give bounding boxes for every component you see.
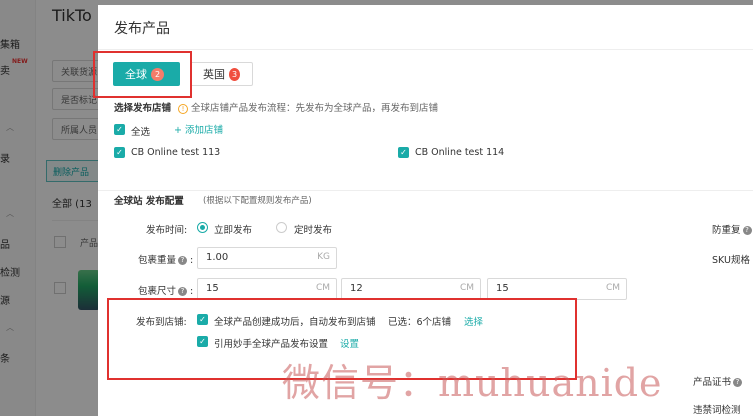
- help-icon[interactable]: ?: [742, 226, 752, 235]
- highlight-box-tabs: [93, 51, 192, 98]
- sku-spec-label: SKU规格: [712, 255, 750, 266]
- size-label: 包裹尺寸? :: [138, 286, 194, 297]
- info-icon: !: [178, 103, 188, 114]
- store-label-114: CB Online test 114: [415, 147, 505, 158]
- weight-label: 包裹重量? :: [138, 255, 194, 266]
- config-title: 全球站 发布配置: [114, 196, 184, 207]
- add-store-link[interactable]: + 添加店铺: [174, 122, 223, 136]
- publish-time-label: 发布时间:: [146, 225, 188, 236]
- modal-title: 发布产品: [114, 21, 170, 37]
- product-cert-label: 产品证书?: [693, 374, 743, 388]
- size-length-input[interactable]: 15 CM: [197, 278, 337, 300]
- count-badge: 3: [229, 67, 240, 81]
- weight-input[interactable]: 1.00 KG: [197, 247, 337, 269]
- config-subtitle: (根据以下配置规则发布产品): [203, 196, 312, 206]
- weight-unit: KG: [317, 252, 330, 262]
- store-label-113: CB Online test 113: [131, 147, 221, 158]
- radio-publish-scheduled[interactable]: [276, 222, 287, 233]
- select-store-label: 选择发布店铺: [114, 103, 172, 114]
- size-width-input[interactable]: 12 CM: [341, 278, 481, 300]
- store-checkbox-114[interactable]: ✓: [398, 147, 409, 158]
- tab-uk[interactable]: 英国 3: [190, 62, 253, 86]
- store-hint: ! 全球店铺产品发布流程：先发布为全球产品，再发布到店铺: [178, 100, 438, 114]
- publish-scheduled-label: 定时发布: [294, 225, 333, 236]
- watermark: 微信号：muhuanide: [282, 361, 663, 405]
- help-icon[interactable]: ?: [733, 378, 743, 387]
- radio-publish-now[interactable]: [197, 222, 208, 233]
- size-height-input[interactable]: 15 CM: [487, 278, 627, 300]
- violation-check-label: 违禁词检测: [693, 405, 741, 416]
- divider: [98, 190, 753, 191]
- select-all-label: 全选: [131, 127, 151, 138]
- help-icon[interactable]: ?: [178, 256, 188, 265]
- store-checkbox-113[interactable]: ✓: [114, 147, 125, 158]
- tab-label: 英国: [203, 68, 225, 81]
- anti-duplicate-label: 防重复?: [712, 222, 752, 236]
- select-all-checkbox[interactable]: ✓: [114, 124, 125, 135]
- help-icon[interactable]: ?: [178, 287, 188, 296]
- divider: [98, 49, 753, 50]
- publish-now-label: 立即发布: [214, 225, 253, 236]
